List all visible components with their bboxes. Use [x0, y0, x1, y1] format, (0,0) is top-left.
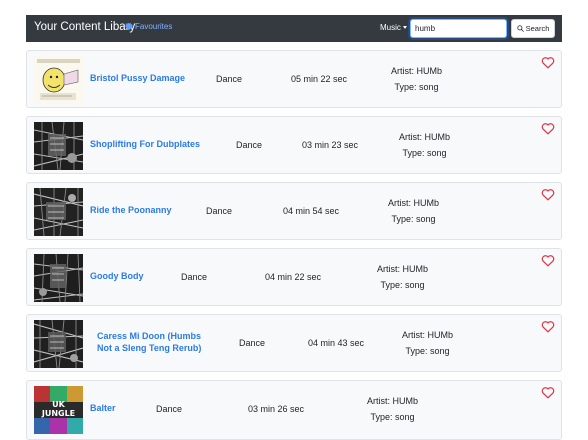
- song-meta: Artist: HUMb Type: song: [367, 393, 418, 425]
- song-card: Bristol Pussy Damage Dance 05 min 22 sec…: [26, 50, 562, 108]
- heart-outline-icon: [541, 387, 555, 399]
- grayscale-art-thumbnail: [34, 122, 83, 170]
- poster-art-thumbnail: [34, 56, 83, 104]
- favourite-heart-button[interactable]: [541, 320, 555, 333]
- heart-outline-icon: [541, 57, 555, 69]
- song-card: Goody Body Dance 04 min 22 sec Artist: H…: [26, 248, 562, 306]
- favourites-link[interactable]: Favourites: [125, 22, 172, 31]
- heart-icon: [125, 23, 133, 30]
- uk-jungle-cover-thumbnail: UK JUNGLE: [34, 386, 83, 434]
- search-button-label: Search: [525, 24, 550, 33]
- favourite-heart-button[interactable]: [541, 386, 555, 399]
- search-button[interactable]: Search: [511, 19, 555, 38]
- song-title-link[interactable]: Goody Body: [90, 249, 144, 305]
- song-artist: Artist: HUMb: [388, 198, 440, 208]
- song-duration: 05 min 22 sec: [291, 74, 348, 84]
- song-meta: Artist: HUMb Type: song: [402, 327, 453, 359]
- heart-outline-icon: [541, 255, 555, 267]
- music-dropdown-label: Music: [380, 23, 401, 32]
- song-card: UK JUNGLE Balter Dance 03 min 26 sec Art…: [26, 380, 562, 440]
- grayscale-art-thumbnail: [34, 254, 83, 302]
- song-artist: Artist: HUMb: [367, 396, 419, 406]
- grayscale-art-thumbnail: [34, 320, 83, 368]
- song-card: Caress Mi Doon (Humbs Not a Sleng Teng R…: [26, 314, 562, 372]
- song-type: Type: song: [391, 214, 436, 224]
- song-duration: 04 min 22 sec: [265, 272, 322, 282]
- song-type: Type: song: [405, 346, 450, 356]
- favourites-label: Favourites: [135, 22, 173, 31]
- song-artist: Artist: HUMb: [377, 264, 429, 274]
- song-type: Type: song: [370, 412, 415, 422]
- heart-outline-icon: [541, 123, 555, 135]
- song-genre: Dance: [181, 272, 208, 282]
- song-type: Type: song: [380, 280, 425, 290]
- song-meta: Artist: HUMb Type: song: [377, 261, 428, 293]
- song-artist: Artist: HUMb: [399, 132, 451, 142]
- favourite-heart-button[interactable]: [541, 254, 555, 267]
- song-duration: 03 min 26 sec: [248, 404, 305, 414]
- song-genre: Dance: [239, 338, 266, 348]
- song-duration: 04 min 43 sec: [308, 338, 365, 348]
- favourite-heart-button[interactable]: [541, 122, 555, 135]
- song-duration: 04 min 54 sec: [283, 206, 340, 216]
- favourite-heart-button[interactable]: [541, 56, 555, 69]
- heart-outline-icon: [541, 321, 555, 333]
- heart-outline-icon: [541, 189, 555, 201]
- song-title-link[interactable]: Caress Mi Doon (Humbs Not a Sleng Teng R…: [97, 315, 213, 371]
- song-type: Type: song: [394, 82, 439, 92]
- song-genre: Dance: [216, 74, 243, 84]
- song-meta: Artist: HUMb Type: song: [391, 63, 442, 95]
- song-title-link[interactable]: Bristol Pussy Damage: [90, 51, 185, 107]
- chevron-down-icon: [402, 26, 407, 29]
- favourite-heart-button[interactable]: [541, 188, 555, 201]
- song-title-link[interactable]: Shoplifting For Dubplates: [90, 117, 200, 173]
- song-meta: Artist: HUMb Type: song: [388, 195, 439, 227]
- song-artist: Artist: HUMb: [391, 66, 443, 76]
- grayscale-art-thumbnail: [34, 188, 83, 236]
- song-genre: Dance: [156, 404, 183, 414]
- song-type: Type: song: [402, 148, 447, 158]
- song-genre: Dance: [236, 140, 263, 150]
- navbar: Your Content Libary Favourites Music Sea…: [26, 15, 562, 42]
- song-card: Ride the Poonanny Dance 04 min 54 sec Ar…: [26, 182, 562, 240]
- search-input[interactable]: [410, 19, 507, 38]
- song-genre: Dance: [206, 206, 233, 216]
- song-duration: 03 min 23 sec: [302, 140, 359, 150]
- search-icon: [516, 25, 524, 32]
- cover-text-jungle: JUNGLE: [41, 409, 75, 418]
- cover-text-uk: UK: [52, 400, 65, 409]
- brand-title[interactable]: Your Content Libary: [34, 21, 135, 33]
- song-artist: Artist: HUMb: [402, 330, 454, 340]
- song-meta: Artist: HUMb Type: song: [399, 129, 450, 161]
- song-title-link[interactable]: Balter: [90, 381, 116, 437]
- song-card: Shoplifting For Dubplates Dance 03 min 2…: [26, 116, 562, 174]
- music-dropdown[interactable]: Music: [380, 23, 407, 32]
- song-title-link[interactable]: Ride the Poonanny: [90, 183, 172, 239]
